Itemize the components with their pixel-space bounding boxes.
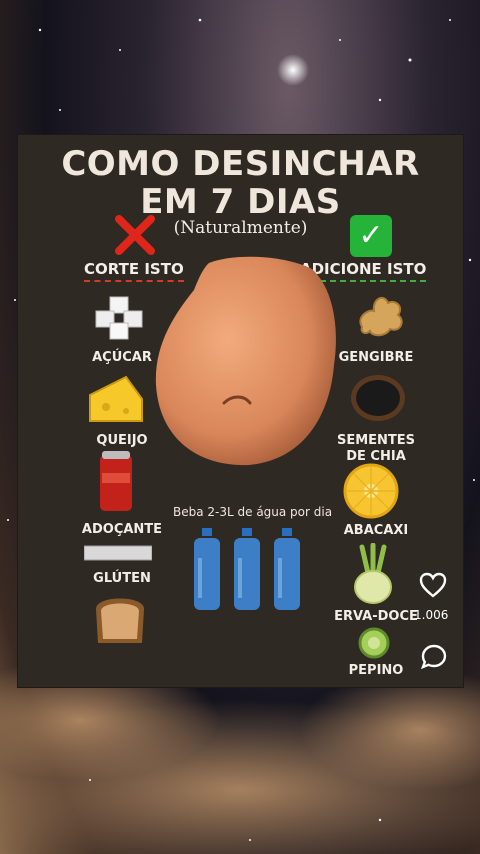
comment-icon[interactable] <box>420 643 448 671</box>
water-tip: Beba 2-3L de água por dia <box>173 505 333 519</box>
water-bottle-icon <box>194 528 220 610</box>
soda-can-icon <box>100 451 132 511</box>
water-bottle-icon <box>274 528 300 610</box>
fennel-icon <box>354 543 392 604</box>
item-fennel: ERVA-DOCE <box>334 609 418 624</box>
sweetener-packet-icon <box>84 545 152 561</box>
chia-bowl-icon <box>351 375 405 421</box>
item-cucumber: PEPINO <box>348 663 404 678</box>
sugar-cubes-icon <box>95 296 143 340</box>
cucumber-slice-icon <box>358 627 390 659</box>
x-icon <box>115 215 155 255</box>
subtitle: (Naturalmente) <box>173 218 308 238</box>
item-ginger: GENGIBRE <box>338 350 414 365</box>
pineapple-slice-icon <box>343 463 399 519</box>
check-icon: ✓ <box>350 215 392 257</box>
ginger-icon <box>359 296 403 337</box>
item-sweetener: ADOÇANTE <box>81 522 163 537</box>
water-bottle-icon <box>234 528 260 610</box>
cheese-icon <box>89 375 143 422</box>
page-title: COMO DESINCHAR EM 7 DIAS <box>61 144 420 222</box>
item-pineapple: ABACAXI <box>343 523 409 538</box>
item-sugar: AÇÚCAR <box>92 350 152 365</box>
item-cheese: QUEIJO <box>96 433 148 448</box>
like-count: 1.006 <box>414 608 449 622</box>
bread-icon <box>96 598 144 643</box>
belly-illustration <box>155 256 336 466</box>
item-gluten: GLÚTEN <box>93 571 151 586</box>
item-chia: SEMENTES DE CHIA <box>336 433 416 464</box>
heart-icon[interactable] <box>419 572 447 598</box>
infographic-card: COMO DESINCHAR EM 7 DIAS (Naturalmente) … <box>17 134 464 688</box>
